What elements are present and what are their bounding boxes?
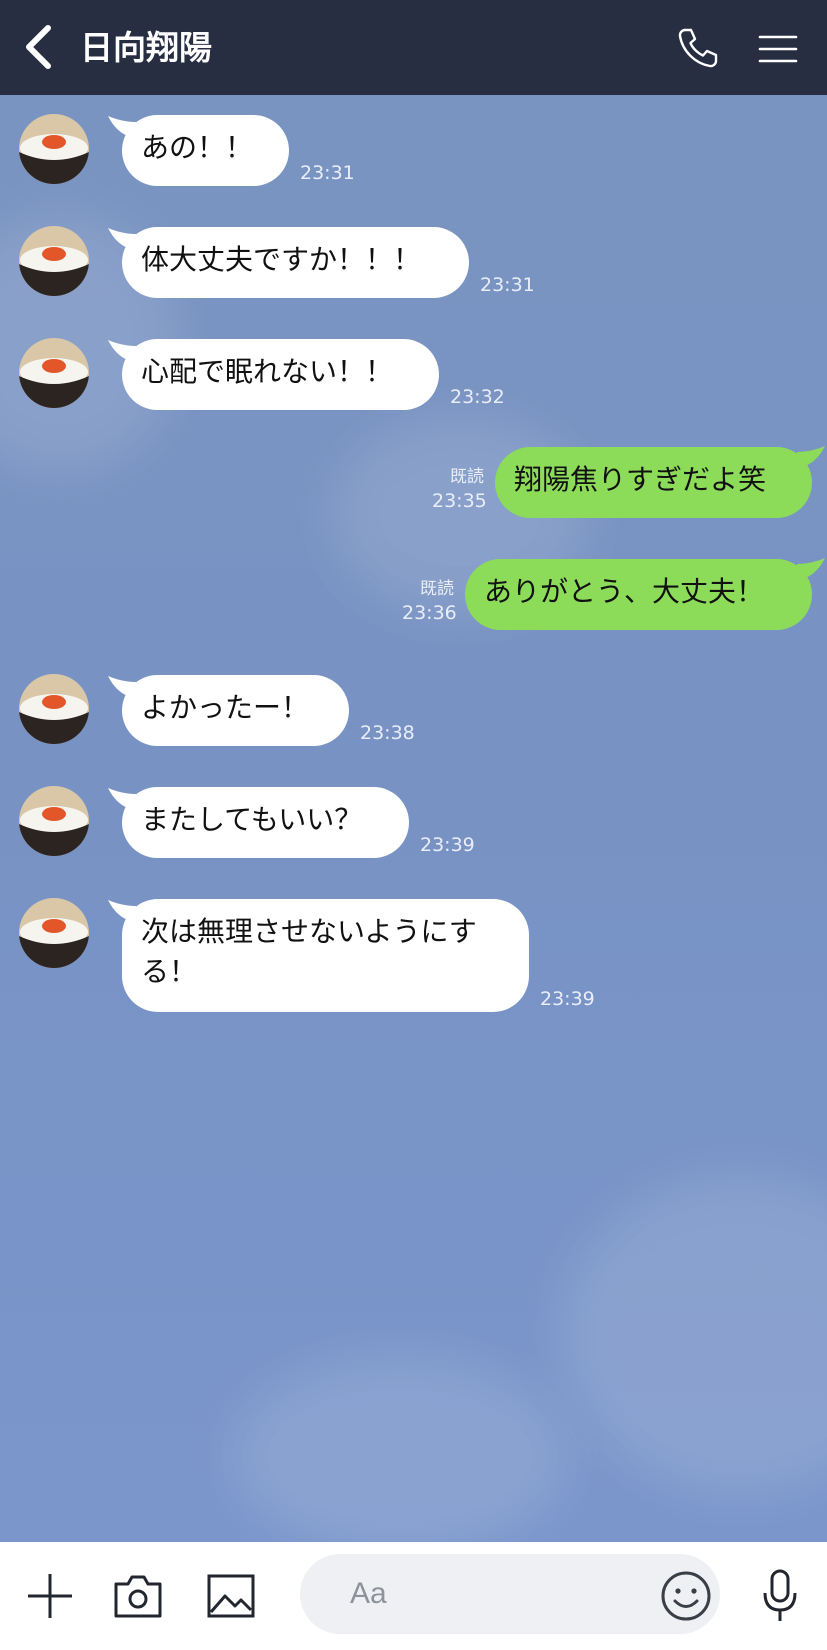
message-time: 23:39 — [540, 988, 595, 1010]
rice-bowl-avatar-icon — [19, 114, 89, 184]
avatar[interactable] — [19, 114, 89, 184]
chat-screen: 日向翔陽 あの！！ 23:31 体大丈夫ですか！！！ 23:31 心配で眠れない… — [0, 0, 827, 1650]
microphone-button[interactable] — [760, 1568, 800, 1624]
message-time: 23:35 — [432, 490, 487, 512]
image-button[interactable] — [206, 1572, 256, 1620]
message-row: 心配で眠れない！！ 23:32 — [0, 319, 827, 419]
rice-bowl-avatar-icon — [19, 786, 89, 856]
rice-bowl-avatar-icon — [19, 674, 89, 744]
background-cloud — [560, 1175, 827, 1495]
menu-button[interactable] — [758, 34, 798, 64]
message-bubble[interactable]: よかったー！ — [122, 675, 349, 746]
rice-bowl-avatar-icon — [19, 338, 89, 408]
message-input-placeholder: Aa — [350, 1577, 387, 1610]
plus-icon — [28, 1574, 72, 1618]
chat-title: 日向翔陽 — [80, 28, 212, 67]
message-row: ありがとう、大丈夫！ 既読 23:36 — [0, 543, 827, 643]
avatar[interactable] — [19, 226, 89, 296]
avatar[interactable] — [19, 898, 89, 968]
read-receipt: 既読 — [450, 467, 484, 487]
hamburger-menu-icon — [758, 35, 798, 63]
message-row: 次は無理させないようにする！ 23:39 — [0, 879, 827, 1019]
rice-bowl-avatar-icon — [19, 226, 89, 296]
avatar[interactable] — [19, 786, 89, 856]
message-time: 23:31 — [480, 274, 535, 296]
message-bubble[interactable]: 体大丈夫ですか！！！ — [122, 227, 469, 298]
message-bubble[interactable]: ありがとう、大丈夫！ — [465, 559, 812, 630]
message-bubble[interactable]: 次は無理させないようにする！ — [122, 899, 529, 1012]
message-row: 体大丈夫ですか！！！ 23:31 — [0, 207, 827, 307]
message-list[interactable]: あの！！ 23:31 体大丈夫ですか！！！ 23:31 心配で眠れない！！ 23… — [0, 95, 827, 1542]
message-bubble[interactable]: 心配で眠れない！！ — [122, 339, 439, 410]
phone-icon — [678, 28, 718, 68]
background-cloud — [230, 1355, 570, 1542]
read-receipt: 既読 — [420, 579, 454, 599]
plus-button[interactable] — [24, 1570, 76, 1622]
message-time: 23:32 — [450, 386, 505, 408]
camera-icon — [114, 1575, 162, 1618]
message-row: またしてもいい？ 23:39 — [0, 767, 827, 867]
header-bar: 日向翔陽 — [0, 0, 827, 95]
microphone-icon — [763, 1569, 797, 1621]
message-bubble[interactable]: あの！！ — [122, 115, 289, 186]
camera-button[interactable] — [112, 1572, 164, 1620]
message-time: 23:38 — [360, 722, 415, 744]
message-row: 翔陽焦りすぎだよ笑 既読 23:35 — [0, 431, 827, 531]
message-time: 23:31 — [300, 162, 355, 184]
message-bubble[interactable]: またしてもいい？ — [122, 787, 409, 858]
image-icon — [207, 1574, 255, 1618]
input-bar: Aa — [0, 1542, 827, 1650]
avatar[interactable] — [19, 338, 89, 408]
message-row: あの！！ 23:31 — [0, 95, 827, 195]
message-row: よかったー！ 23:38 — [0, 655, 827, 755]
message-time: 23:39 — [420, 834, 475, 856]
rice-bowl-avatar-icon — [19, 898, 89, 968]
emoji-button[interactable] — [660, 1570, 712, 1622]
avatar[interactable] — [19, 674, 89, 744]
call-button[interactable] — [676, 26, 720, 70]
message-time: 23:36 — [402, 602, 457, 624]
message-bubble[interactable]: 翔陽焦りすぎだよ笑 — [495, 447, 812, 518]
chevron-left-icon — [26, 25, 51, 69]
emoji-icon — [661, 1571, 711, 1621]
back-button[interactable] — [18, 22, 68, 72]
